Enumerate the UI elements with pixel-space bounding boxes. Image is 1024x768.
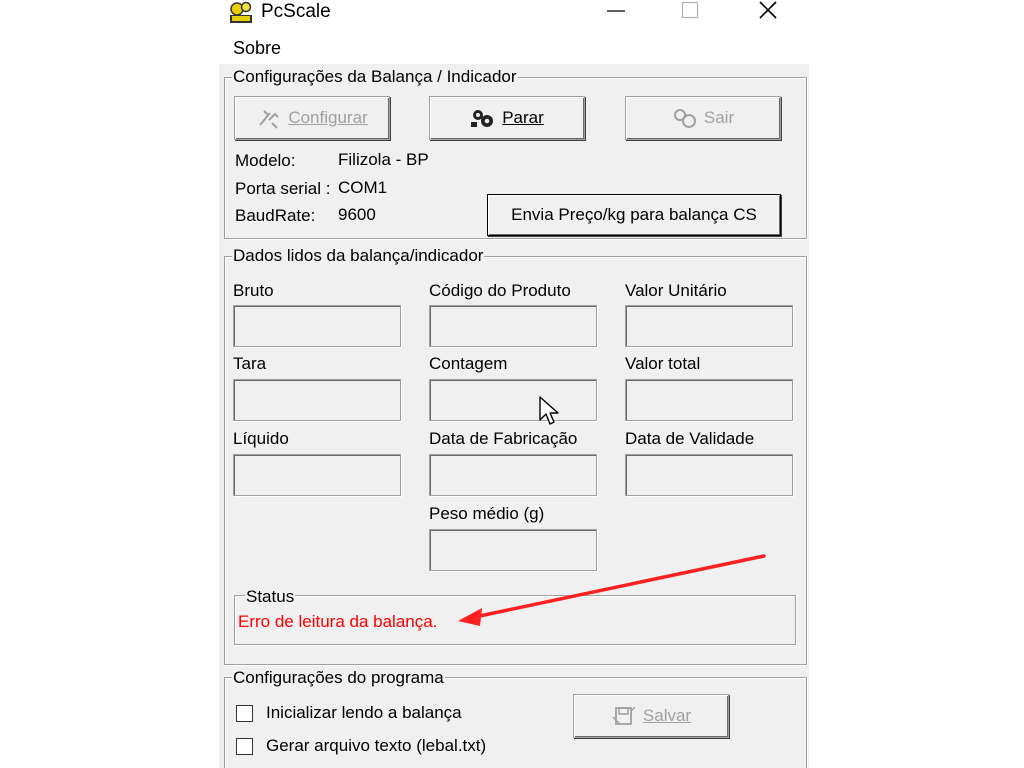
annotation-arrow <box>458 554 766 626</box>
mouse-cursor-icon <box>539 396 559 425</box>
